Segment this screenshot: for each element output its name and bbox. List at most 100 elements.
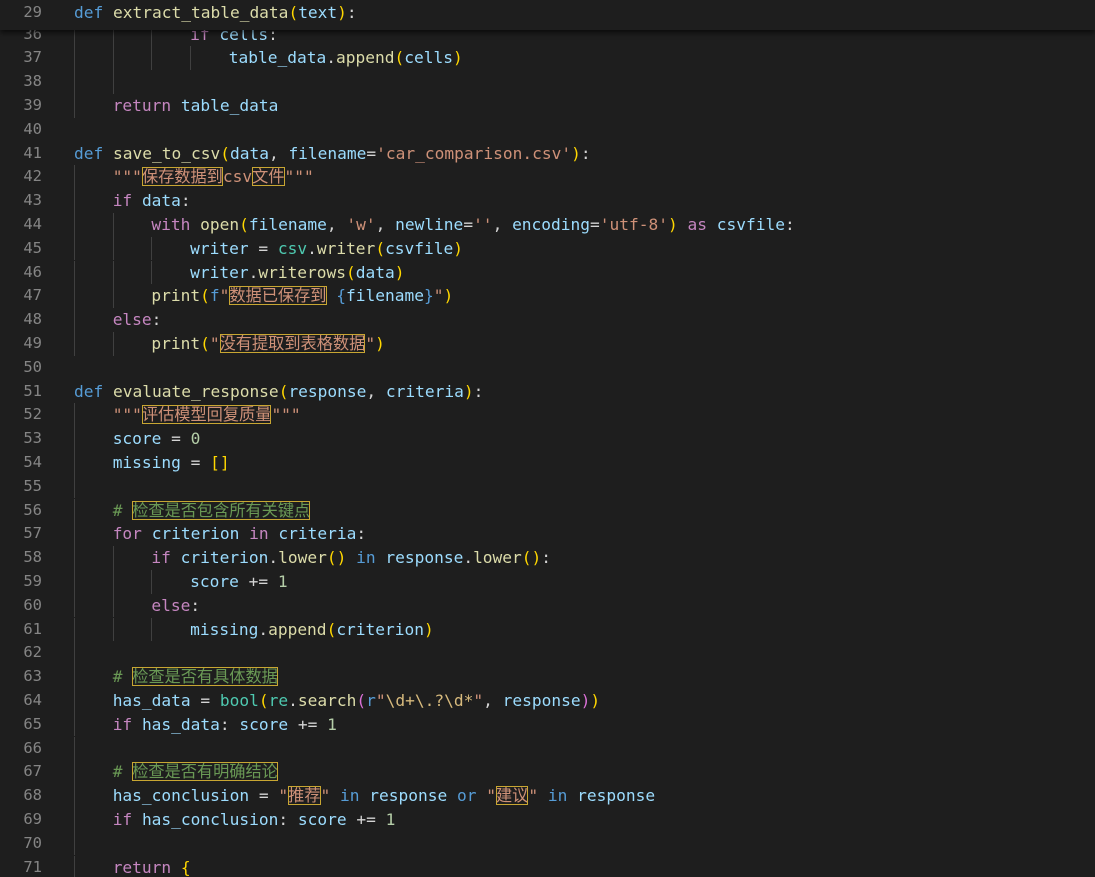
code-token: " <box>486 786 496 806</box>
code-line[interactable]: 40 <box>0 118 1095 142</box>
code-token: ) <box>452 48 463 68</box>
code-line[interactable]: 63 # 检查是否有具体数据 <box>0 665 1095 689</box>
code-token: , <box>366 381 386 401</box>
code-line[interactable]: 39 return table_data <box>0 93 1095 118</box>
code-token: r <box>366 690 376 710</box>
code-token: ( <box>288 3 299 22</box>
code-line[interactable]: 68 has_conclusion = "推荐" in response or "… <box>0 784 1095 808</box>
line-number: 71 <box>23 857 42 876</box>
code-token: = <box>180 452 211 472</box>
code-token: def <box>74 143 104 163</box>
code-token: 'w' <box>346 214 376 234</box>
code-token: . <box>288 690 298 710</box>
indent-guide <box>74 46 75 71</box>
code-line[interactable]: 37 table_data.append(cells) <box>0 46 1095 71</box>
indent-guide <box>74 284 75 309</box>
indent-guide <box>112 569 114 594</box>
code-token: criteria <box>278 524 357 544</box>
code-line[interactable]: 41 def save_to_csv(data, filename='car_co… <box>0 142 1095 166</box>
code-line[interactable]: 53 score = 0 <box>0 427 1095 451</box>
code-line[interactable]: 70 <box>0 831 1095 856</box>
indent-guide <box>74 403 75 428</box>
code-token: data <box>229 143 269 163</box>
code-line[interactable]: 49 print("没有提取到表格数据") <box>0 331 1095 356</box>
code-line[interactable]: 55 <box>0 474 1095 499</box>
code-line-content: # 检查是否包含所有关键点 <box>113 499 311 523</box>
code-line[interactable]: 56 # 检查是否包含所有关键点 <box>0 498 1095 523</box>
code-line[interactable]: 61 missing.append(criterion) <box>0 617 1095 642</box>
code-line[interactable]: 45 writer = csv.writer(csvfile) <box>0 236 1095 261</box>
code-line[interactable]: 69 if has_conclusion: score += 1 <box>0 807 1095 832</box>
code-token: ) <box>443 286 454 306</box>
code-token: search <box>297 690 357 710</box>
sticky-scroll-header[interactable]: 29 def extract_table_data(text): <box>0 0 1095 30</box>
line-number: 49 <box>23 333 42 352</box>
indent-guide <box>74 760 75 785</box>
indent-guide <box>151 46 153 71</box>
code-line[interactable]: 52 """评估模型回复质量""" <box>0 403 1095 428</box>
code-token: ) <box>580 690 591 710</box>
line-number: 41 <box>23 143 42 162</box>
code-line-content: if data: <box>113 189 191 213</box>
indent-guide <box>112 70 114 94</box>
code-line[interactable]: 71 return { <box>0 855 1095 877</box>
unicode-highlight-token: 数据已保存到 <box>229 286 327 306</box>
code-line[interactable]: 65 if has_data: score += 1 <box>0 712 1095 737</box>
code-line[interactable]: 67 # 检查是否有明确结论 <box>0 760 1095 785</box>
code-line[interactable]: 46 writer.writerows(data) <box>0 260 1095 285</box>
code-editor[interactable]: 29 def extract_table_data(text): 36 if ce… <box>0 0 1095 877</box>
code-line[interactable]: 54 missing = [] <box>0 450 1095 475</box>
code-line[interactable]: 44 with open(filename, 'w', newline='', e… <box>0 212 1095 237</box>
indent-guide <box>112 212 114 237</box>
code-token: return <box>112 95 172 115</box>
code-line-content: score = 0 <box>113 427 201 451</box>
code-token: { <box>336 286 346 306</box>
code-line[interactable]: 57 for criterion in criteria: <box>0 522 1095 547</box>
line-number: 50 <box>23 357 42 376</box>
code-line[interactable]: 50 <box>0 356 1095 380</box>
code-line[interactable]: 42 """保存数据到csv文件""" <box>0 165 1095 190</box>
code-token: f <box>209 286 220 306</box>
code-token: newline <box>395 214 464 234</box>
code-line[interactable]: 51 def evaluate_response(response, criter… <box>0 380 1095 404</box>
code-token: = <box>248 238 278 258</box>
line-number: 55 <box>23 476 42 495</box>
code-token: 'car_comparison.csv' <box>376 143 572 163</box>
code-line[interactable]: 64 has_data = bool(re.search(r"\d+\.?\d*"… <box>0 688 1095 713</box>
indent-guide <box>74 236 75 261</box>
code-line[interactable]: 62 <box>0 641 1095 666</box>
code-line-content: def extract_table_data(text): <box>74 3 357 22</box>
code-line[interactable]: 66 <box>0 736 1095 761</box>
code-token: if <box>151 548 171 568</box>
code-line[interactable]: 38 <box>0 70 1095 94</box>
code-token: = <box>366 143 377 163</box>
code-token: ) <box>424 619 434 639</box>
code-token: 1 <box>327 714 337 734</box>
code-token: has_data <box>141 714 220 734</box>
code-token: response <box>385 548 464 568</box>
code-token: or <box>456 786 477 806</box>
code-line-content: has_data = bool(re.search(r"\d+\.?\d*", … <box>113 689 600 713</box>
code-line[interactable]: 47 print(f"数据已保存到 {filename}") <box>0 284 1095 309</box>
code-line[interactable]: 43 if data: <box>0 189 1095 213</box>
code-token: data <box>355 262 395 282</box>
code-line[interactable]: 59 score += 1 <box>0 569 1095 594</box>
code-token: , <box>375 214 396 234</box>
code-line[interactable]: 58 if criterion.lower() in response.lower… <box>0 546 1095 570</box>
indent-guide <box>74 784 75 808</box>
code-token: () <box>521 548 542 568</box>
line-number: 54 <box>23 452 42 471</box>
code-token: for <box>112 524 142 544</box>
code-token: """ <box>271 405 301 425</box>
code-token: = <box>463 214 474 234</box>
code-line[interactable]: 48 else: <box>0 308 1095 332</box>
indent-guide <box>74 474 75 499</box>
code-line[interactable]: 60 else: <box>0 593 1095 618</box>
